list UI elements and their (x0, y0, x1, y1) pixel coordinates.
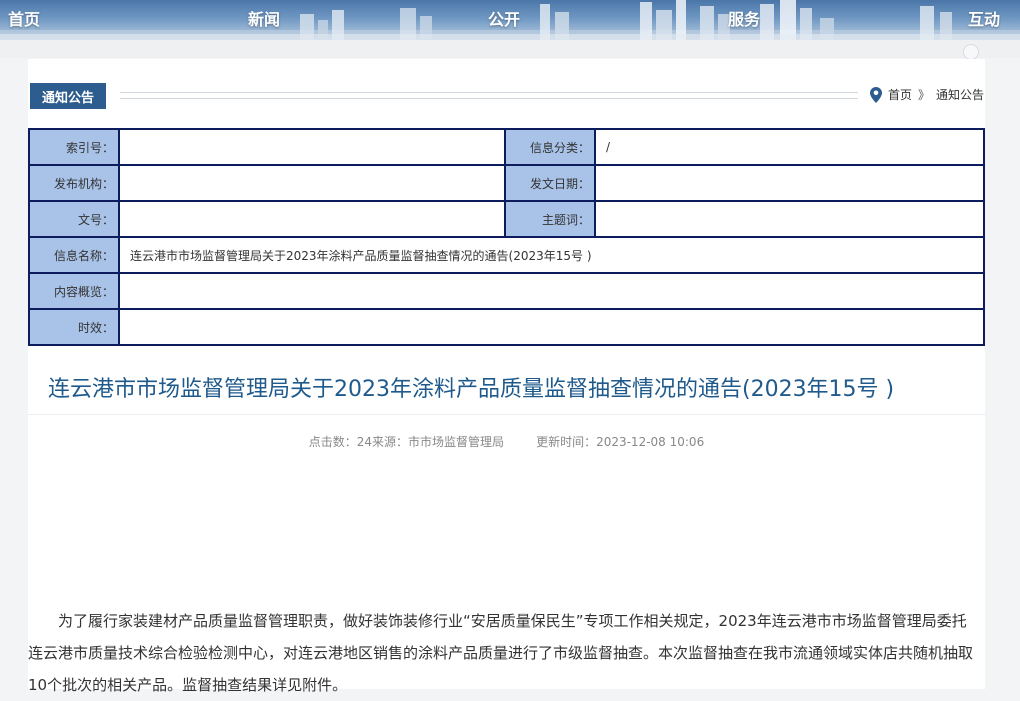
index-label: 索引号： (28, 128, 120, 166)
meta-clicks-source: 点击数：24来源：市市场监督管理局 (308, 435, 505, 449)
validity-value (118, 308, 985, 346)
table-row: 内容概览： (28, 272, 985, 310)
breadcrumb-home[interactable]: 首页 (888, 86, 912, 103)
section-tag: 通知公告 (30, 83, 106, 109)
publisher-label: 发布机构： (28, 164, 120, 202)
breadcrumb: 首页 》 通知公告 (870, 86, 984, 103)
location-pin-icon (870, 86, 882, 103)
nav-service[interactable]: 服务 (728, 6, 760, 30)
table-row: 索引号： 信息分类： / (28, 128, 985, 166)
content-panel: 通知公告 首页 》 通知公告 索引号： 信息分类： / 发布机构： 发文日期： … (28, 59, 985, 694)
article-paragraph: 为了履行家装建材产品质量监督管理职责，做好装饰装修行业“安居质量保民生”专项工作… (28, 612, 974, 694)
nav-home[interactable]: 首页 (8, 6, 40, 30)
meta-update-time: 更新时间：2023-12-08 10:06 (536, 435, 705, 449)
table-row: 信息名称： 连云港市市场监督管理局关于2023年涂料产品质量监督抽查情况的通告(… (28, 236, 985, 274)
nav-news[interactable]: 新闻 (248, 6, 280, 30)
nav-interact[interactable]: 互动 (968, 6, 1000, 30)
nav-divider (0, 40, 1020, 58)
info-table: 索引号： 信息分类： / 发布机构： 发文日期： 文号： 主题词： 信息名称： … (28, 128, 985, 346)
name-value: 连云港市市场监督管理局关于2023年涂料产品质量监督抽查情况的通告(2023年1… (118, 236, 985, 274)
date-value (594, 164, 985, 202)
name-label: 信息名称： (28, 236, 120, 274)
article-meta: 点击数：24来源：市市场监督管理局 更新时间：2023-12-08 10:06 (28, 433, 985, 450)
table-row: 文号： 主题词： (28, 200, 985, 238)
title-divider (28, 414, 985, 415)
table-row: 时效： (28, 308, 985, 346)
summary-label: 内容概览： (28, 272, 120, 310)
top-nav-banner: 首页 新闻 公开 服务 互动 (0, 0, 1020, 40)
date-label: 发文日期： (504, 164, 596, 202)
breadcrumb-current[interactable]: 通知公告 (936, 86, 984, 103)
nav-public[interactable]: 公开 (488, 6, 520, 30)
table-row: 发布机构： 发文日期： (28, 164, 985, 202)
docno-label: 文号： (28, 200, 120, 238)
category-value: / (594, 128, 985, 166)
category-label: 信息分类： (504, 128, 596, 166)
docno-value (118, 200, 506, 238)
index-value (118, 128, 506, 166)
subject-label: 主题词： (504, 200, 596, 238)
breadcrumb-separator: 》 (918, 88, 931, 102)
scroll-indicator[interactable] (963, 44, 979, 60)
article-title: 连云港市市场监督管理局关于2023年涂料产品质量监督抽查情况的通告(2023年1… (48, 377, 895, 402)
subject-value (594, 200, 985, 238)
summary-value (118, 272, 985, 310)
section-divider (120, 92, 858, 99)
publisher-value (118, 164, 506, 202)
validity-label: 时效： (28, 308, 120, 346)
